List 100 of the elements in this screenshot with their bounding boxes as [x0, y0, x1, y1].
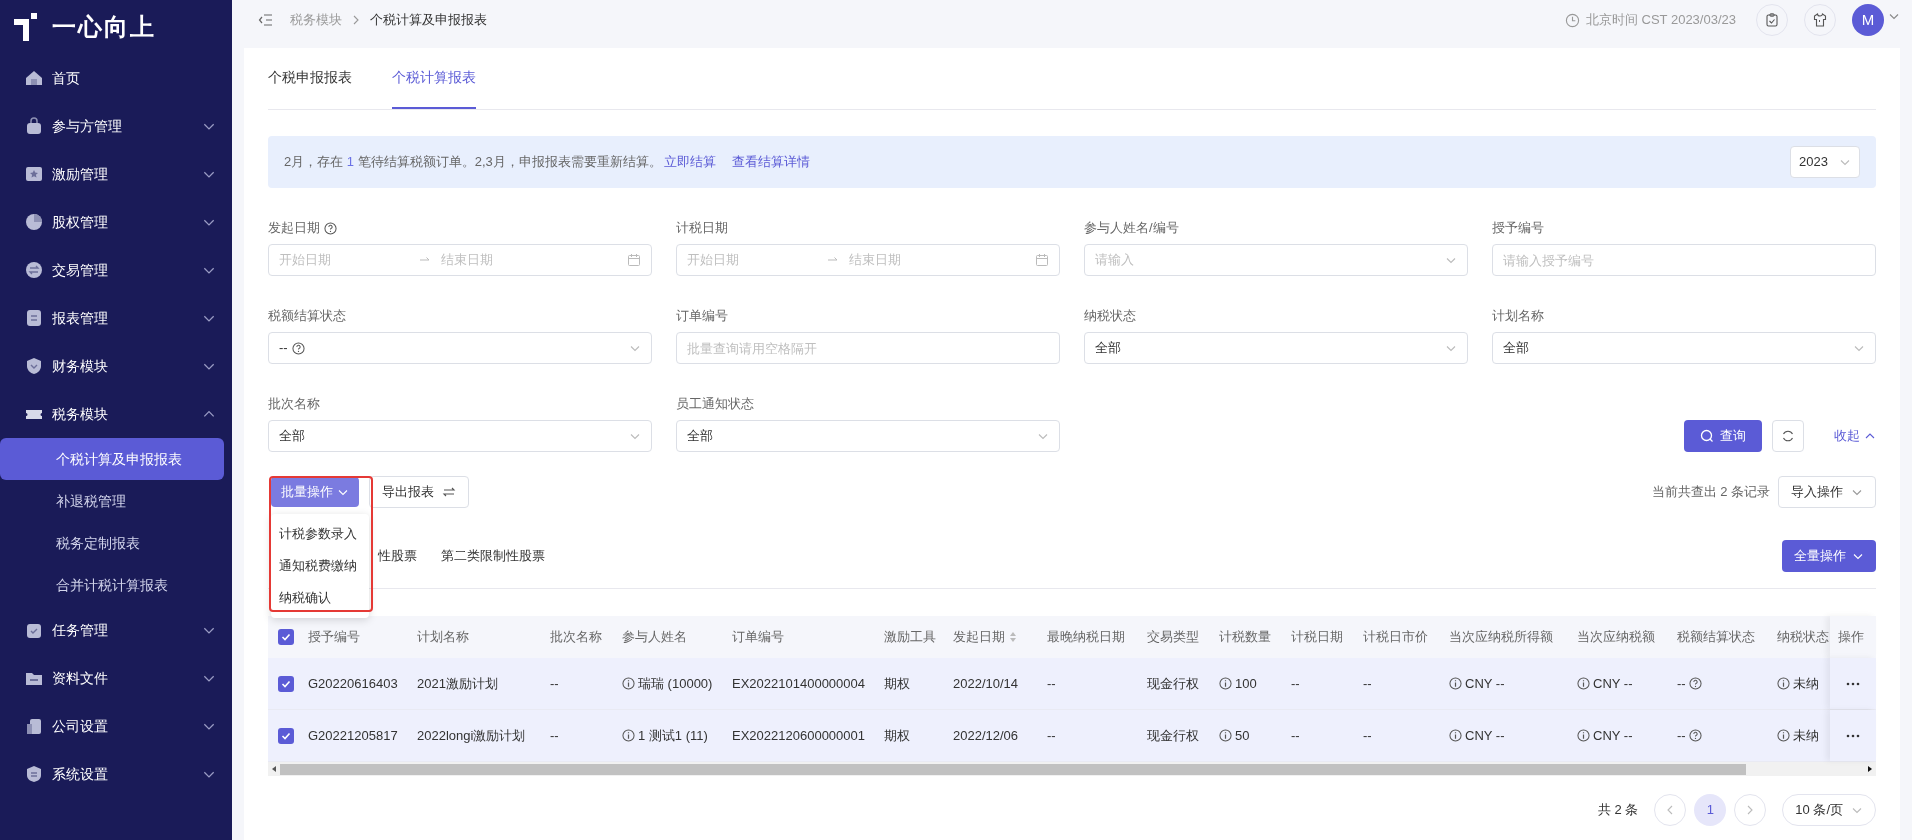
- swap-icon: [442, 485, 456, 499]
- info-icon: [1577, 677, 1590, 690]
- checkbox[interactable]: [278, 675, 294, 692]
- menu-item[interactable]: 通知税费缴纳: [271, 550, 369, 582]
- info-icon: [1777, 729, 1790, 742]
- table-cell-text: 2022/12/06: [953, 726, 1019, 745]
- info-icon: [622, 729, 635, 742]
- total-count: 共 2 条: [1597, 801, 1639, 820]
- sidebar-item[interactable]: 财务模块: [0, 342, 232, 390]
- sidebar-subitem[interactable]: 税务定制报表: [0, 522, 224, 564]
- column-header: 税额结算状态: [1677, 628, 1755, 647]
- table-cell-text: CNY --: [1593, 726, 1633, 745]
- info-icon: [1449, 729, 1462, 742]
- table-cell-text: --: [1291, 726, 1300, 745]
- column-header: 授予编号: [308, 628, 360, 647]
- table-cell-text: --: [550, 674, 559, 693]
- table-cell-text: 1 测试1 (11): [638, 726, 708, 745]
- field-label: 参与人姓名/编号: [1084, 219, 1179, 238]
- sidebar-item[interactable]: 激励管理: [0, 150, 232, 198]
- building-icon: [24, 716, 44, 736]
- table-cell-text: 50: [1235, 726, 1250, 745]
- table-cell-text: --: [1291, 674, 1300, 693]
- import-actions-button[interactable]: 导入操作: [1778, 476, 1876, 508]
- menu-item[interactable]: 纳税确认: [271, 582, 369, 614]
- exchange-icon: [24, 260, 44, 280]
- info-icon: [1449, 677, 1462, 690]
- column-header: 激励工具: [884, 628, 936, 647]
- tab[interactable]: 第二类限制性股票: [441, 540, 545, 572]
- sidebar-subitem[interactable]: 补退税管理: [0, 480, 224, 522]
- column-header: 计划名称: [417, 628, 469, 647]
- column-header: 计税日市价: [1363, 628, 1428, 647]
- more-icon: [1846, 733, 1860, 738]
- sidebar-item[interactable]: 任务管理: [0, 606, 232, 654]
- avatar[interactable]: M: [1852, 4, 1884, 36]
- alert-message: 2月，存在 1 笔待结算税额订单。2,3月，申报报表需要重新结算。: [284, 153, 662, 172]
- collapse-link[interactable]: 收起: [1834, 420, 1876, 452]
- shirt-icon: [1812, 12, 1828, 28]
- select-field[interactable]: 全部: [268, 420, 652, 452]
- table-cell-text: 2022longi激励计划: [417, 726, 526, 745]
- year-select[interactable]: 2023: [1790, 146, 1860, 178]
- sidebar-item[interactable]: 首页: [0, 54, 232, 102]
- sidebar-item[interactable]: 资料文件: [0, 654, 232, 702]
- info-icon: [1777, 677, 1790, 690]
- sidebar-subitem[interactable]: 合并计税计算报表: [0, 564, 224, 606]
- field-label: 批次名称: [268, 395, 320, 414]
- table-cell-text: --: [1363, 674, 1372, 693]
- reset-button[interactable]: [1772, 420, 1804, 452]
- sidebar-item[interactable]: 报表管理: [0, 294, 232, 342]
- page-button[interactable]: 1: [1694, 794, 1727, 826]
- sidebar-item[interactable]: 股权管理: [0, 198, 232, 246]
- table-cell-text: CNY --: [1465, 726, 1505, 745]
- column-header: 交易类型: [1147, 628, 1199, 647]
- select-field[interactable]: 全部: [676, 420, 1060, 452]
- input-field[interactable]: 批量查询请用空格隔开: [676, 332, 1060, 364]
- table-cell-text: EX2022101400000004: [732, 674, 866, 693]
- horizontal-scrollbar[interactable]: [268, 762, 1876, 776]
- table-cell-text: 2022/10/14: [953, 674, 1019, 693]
- tab[interactable]: 个税计算报表: [392, 48, 476, 109]
- column-header: 订单编号: [732, 628, 784, 647]
- clock-text: 北京时间 CST 2023/03/23: [1585, 11, 1736, 30]
- sidebar-item[interactable]: 税务模块: [0, 390, 232, 438]
- table-cell-text: EX2022120600000001: [732, 726, 866, 745]
- select-field[interactable]: 全部: [1492, 332, 1876, 364]
- sidebar-item[interactable]: 参与方管理: [0, 102, 232, 150]
- table-cell-text: --: [550, 726, 559, 745]
- checkbox[interactable]: [278, 727, 294, 744]
- table-cell-text: 2021激励计划: [417, 674, 498, 693]
- table-cell-text: CNY --: [1593, 674, 1633, 693]
- sidebar-item[interactable]: 公司设置: [0, 702, 232, 750]
- tab[interactable]: 性股票: [378, 540, 417, 572]
- checkmark-icon: [280, 631, 292, 643]
- select-field[interactable]: 全部: [1084, 332, 1468, 364]
- clipboard-check-icon: [1764, 12, 1780, 28]
- link[interactable]: 立即结算: [663, 152, 716, 172]
- bulk-actions-button[interactable]: 全量操作: [1782, 540, 1876, 572]
- search-button[interactable]: 查询: [1684, 420, 1762, 452]
- column-header: 纳税状态: [1777, 628, 1829, 647]
- checkbox[interactable]: [278, 629, 294, 645]
- scrollbar-thumb[interactable]: [280, 763, 1746, 775]
- export-button[interactable]: 导出报表: [369, 476, 469, 508]
- column-header: 计税数量: [1219, 628, 1271, 647]
- select-field[interactable]: --: [268, 332, 652, 364]
- breadcrumb-item: 个税计算及申报报表: [370, 11, 487, 30]
- help-icon: [1688, 677, 1702, 690]
- shield-icon: [24, 356, 44, 376]
- table-cell-text: G20220616403: [308, 674, 398, 693]
- sidebar-item[interactable]: 交易管理: [0, 246, 232, 294]
- table-cell-text: 期权: [884, 726, 910, 745]
- search-icon: [1700, 429, 1714, 443]
- menu-item[interactable]: 计税参数录入: [271, 518, 369, 550]
- table-cell-text: --: [1677, 674, 1686, 693]
- batch-actions-button[interactable]: 批量操作: [271, 477, 359, 507]
- link[interactable]: 查看结算详情: [731, 152, 810, 172]
- more-icon: [1846, 681, 1860, 686]
- input-field[interactable]: 请输入授予编号: [1492, 244, 1876, 276]
- tab[interactable]: 个税申报报表: [268, 48, 352, 109]
- sidebar-subitem[interactable]: 个税计算及申报报表: [0, 438, 224, 480]
- record-count: 当前共查出 2 条记录: [1651, 483, 1770, 502]
- sidebar-item[interactable]: 系统设置: [0, 750, 232, 798]
- table-cell-text: G20221205817: [308, 726, 398, 745]
